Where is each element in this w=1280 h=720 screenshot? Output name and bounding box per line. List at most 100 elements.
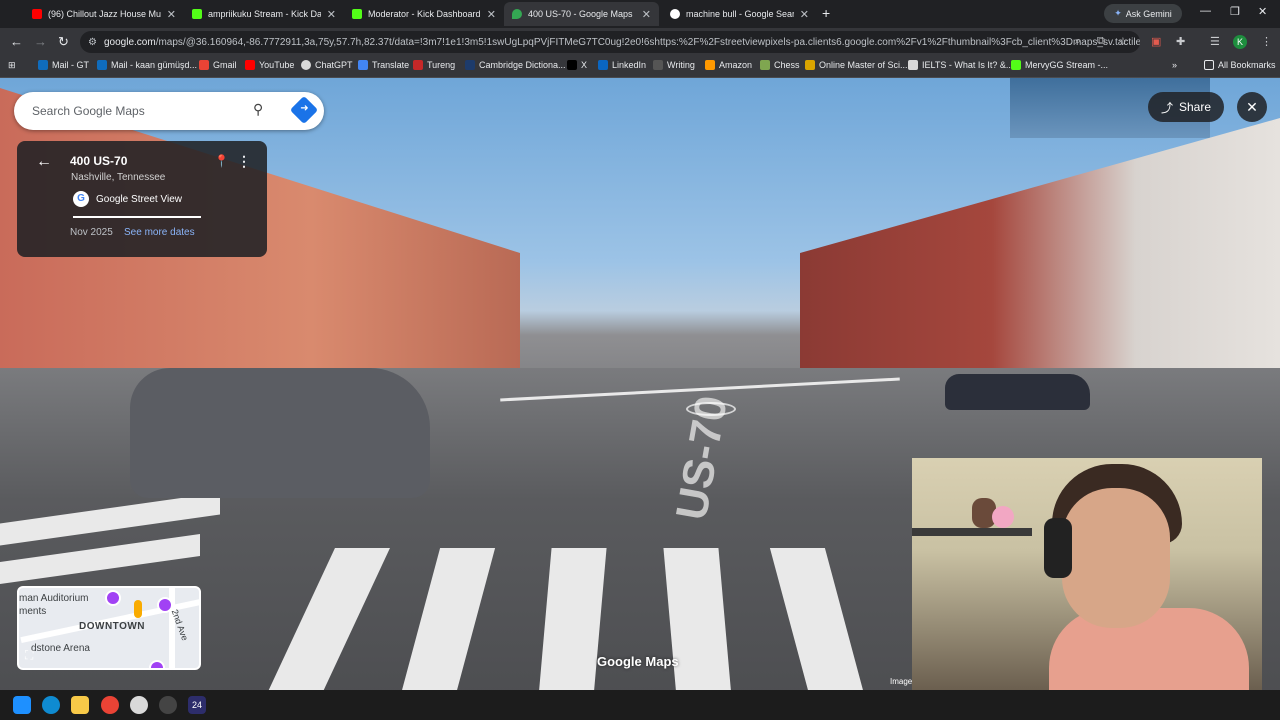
- edge-icon[interactable]: [42, 696, 60, 714]
- share-icon: ⤴: [1160, 100, 1173, 115]
- gemini-icon: ✦: [1114, 8, 1122, 18]
- map-poi-icon[interactable]: [149, 660, 165, 668]
- ask-gemini-button[interactable]: ✦ Ask Gemini: [1104, 4, 1182, 23]
- dark-suv: [945, 374, 1090, 410]
- location-pin-icon[interactable]: 📍: [214, 154, 229, 168]
- more-bookmarks-icon[interactable]: »: [1172, 60, 1177, 70]
- reload-button[interactable]: ↻: [58, 34, 69, 50]
- minimap[interactable]: man Auditorium ments DOWNTOWN 2nd Ave ds…: [17, 586, 201, 670]
- kick-icon: [1011, 60, 1021, 70]
- chatgpt-icon: [301, 60, 311, 70]
- bookmark-item[interactable]: MervyGG Stream -...: [1011, 60, 1108, 70]
- map-label: man Auditorium: [19, 593, 89, 604]
- bookmark-item[interactable]: LinkedIn: [598, 60, 646, 70]
- file-explorer-icon[interactable]: [71, 696, 89, 714]
- street-view-cursor[interactable]: [686, 402, 736, 416]
- close-window-button[interactable]: ✕: [1258, 5, 1267, 18]
- close-tab-icon[interactable]: ✕: [800, 8, 809, 21]
- bookmark-item[interactable]: Amazon: [705, 60, 752, 70]
- extensions-icon[interactable]: ✚: [1176, 35, 1185, 48]
- share-button[interactable]: ⤴ Share: [1148, 92, 1224, 122]
- app-badge-icon[interactable]: 24: [188, 696, 206, 714]
- chatgpt-icon[interactable]: [130, 696, 148, 714]
- tab-label: machine bull - Google Search: [686, 9, 794, 19]
- search-box[interactable]: ⚲ ➜: [14, 92, 324, 130]
- address-bar[interactable]: ⚙ google.com /maps/@36.160964,-86.777291…: [80, 31, 1140, 53]
- bookmark-label: Tureng: [427, 60, 456, 70]
- linkedin-icon: [598, 60, 608, 70]
- search-icon[interactable]: ⚲: [253, 101, 271, 119]
- bookmark-item[interactable]: Online Master of Sci...: [805, 60, 908, 70]
- map-poi-icon[interactable]: [157, 597, 173, 613]
- kick-icon: [352, 9, 362, 19]
- bookmark-star-icon[interactable]: ☆: [1118, 35, 1128, 48]
- bookmark-item[interactable]: Cambridge Dictiona...: [465, 60, 566, 70]
- tab-strip: (96) Chillout Jazz House Music | ✕ ampri…: [0, 0, 1280, 28]
- reading-list-icon[interactable]: ☰: [1210, 35, 1220, 48]
- bookmark-item[interactable]: YouTube: [245, 60, 294, 70]
- back-button[interactable]: ←: [10, 34, 23, 49]
- minimize-button[interactable]: —: [1200, 5, 1211, 17]
- close-tab-icon[interactable]: ✕: [487, 8, 496, 21]
- image-credit: Image: [890, 677, 913, 686]
- forward-button[interactable]: →: [34, 34, 47, 49]
- bookmark-item[interactable]: Chess: [760, 60, 800, 70]
- pegman-icon[interactable]: [134, 600, 142, 618]
- oms-icon: [805, 60, 815, 70]
- close-tab-icon[interactable]: ✕: [167, 8, 176, 21]
- person-face: [1062, 488, 1170, 628]
- bookmark-label: ChatGPT: [315, 60, 353, 70]
- outlook-icon: [38, 60, 48, 70]
- divider: [73, 216, 201, 218]
- see-more-dates-link[interactable]: See more dates: [124, 227, 195, 238]
- bookmark-item[interactable]: Mail - kaan gümüşd...: [97, 60, 197, 70]
- location-info-card: ← 400 US-70 Nashville, Tennessee 📍 ⋮ G G…: [17, 141, 267, 257]
- bookmark-label: Writing: [667, 60, 695, 70]
- google-icon: [670, 9, 680, 19]
- directions-icon[interactable]: ➜: [289, 95, 319, 125]
- close-tab-icon[interactable]: ✕: [327, 8, 336, 21]
- install-app-icon[interactable]: ⧉: [1097, 35, 1105, 48]
- menu-icon[interactable]: ⋮: [1261, 35, 1272, 48]
- bookmark-label: Gmail: [213, 60, 237, 70]
- tab-kick-moderator[interactable]: Moderator - Kick Dashboard ✕: [344, 2, 504, 26]
- tab-google-maps[interactable]: 400 US-70 - Google Maps ✕: [504, 2, 659, 26]
- close-tab-icon[interactable]: ✕: [642, 8, 651, 21]
- url-host: google.com: [104, 36, 156, 48]
- tab-kick-stream[interactable]: ampriikuku Stream - Kick Dashb ✕: [184, 2, 344, 26]
- source-label: Google Street View: [96, 193, 182, 205]
- obs-icon[interactable]: [159, 696, 177, 714]
- chrome-icon[interactable]: [101, 696, 119, 714]
- tab-youtube[interactable]: (96) Chillout Jazz House Music | ✕: [24, 2, 184, 26]
- zoom-icon[interactable]: ⌕: [1075, 35, 1081, 48]
- tab-google-search[interactable]: machine bull - Google Search ✕: [662, 2, 817, 26]
- map-poi-icon[interactable]: [105, 590, 121, 606]
- all-bookmarks[interactable]: All Bookmarks: [1204, 60, 1276, 70]
- bookmark-item[interactable]: ChatGPT: [301, 60, 353, 70]
- bookmark-item[interactable]: Gmail: [199, 60, 237, 70]
- bookmark-item[interactable]: X: [567, 60, 587, 70]
- maps-pin-icon: [512, 9, 522, 19]
- close-street-view-button[interactable]: ✕: [1237, 92, 1267, 122]
- expand-map-icon[interactable]: ⛶: [25, 648, 33, 663]
- site-info-icon[interactable]: ⚙: [88, 37, 97, 48]
- windows-start-icon[interactable]: [13, 696, 31, 714]
- cambridge-icon: [465, 60, 475, 70]
- new-tab-button[interactable]: +: [822, 5, 830, 21]
- city-label: Nashville, Tennessee: [71, 172, 166, 183]
- bookmark-item[interactable]: Tureng: [413, 60, 455, 70]
- search-input[interactable]: [32, 104, 242, 118]
- windows-taskbar: 24: [0, 690, 1280, 720]
- profile-avatar[interactable]: K: [1233, 35, 1247, 49]
- extension-red-icon[interactable]: ▣: [1151, 35, 1161, 48]
- apps-grid-icon[interactable]: ⊞: [8, 60, 16, 71]
- bookmark-item[interactable]: Writing: [653, 60, 695, 70]
- bookmark-item[interactable]: IELTS - What Is It? &...: [908, 60, 1013, 70]
- bookmark-label: Mail - GT: [52, 60, 89, 70]
- maximize-button[interactable]: ❐: [1230, 5, 1240, 18]
- back-arrow-icon[interactable]: ←: [36, 153, 52, 171]
- bookmark-item[interactable]: Mail - GT: [38, 60, 89, 70]
- bookmark-item[interactable]: Translate: [358, 60, 409, 70]
- chess-icon: [760, 60, 770, 70]
- more-options-icon[interactable]: ⋮: [237, 153, 251, 170]
